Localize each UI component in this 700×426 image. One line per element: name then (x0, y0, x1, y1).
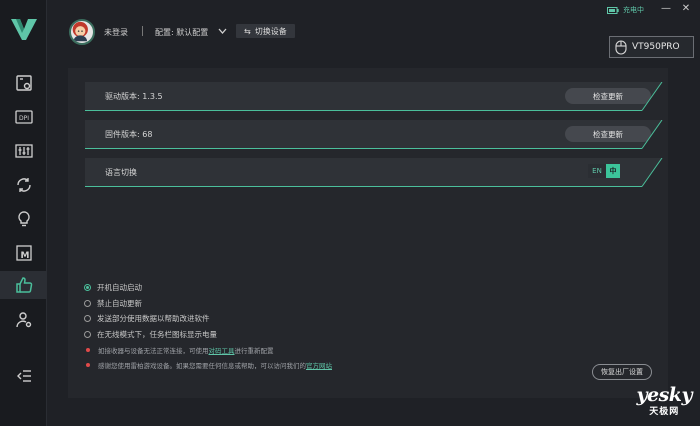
pairing-tool-link[interactable]: 对码工具 (209, 347, 235, 355)
bullet-dot-icon (86, 347, 90, 352)
dpi-icon: DPI (15, 110, 33, 124)
option-label: 开机自动启动 (97, 283, 142, 293)
option-auto-start[interactable]: 开机自动启动 (84, 280, 332, 296)
switch-device-label: 切换设备 (254, 26, 287, 36)
option-taskbar-battery[interactable]: 在无线模式下，任务栏图标显示电量 (84, 327, 332, 343)
sidebar-item-user[interactable] (9, 306, 39, 334)
close-button[interactable]: ✕ (680, 3, 692, 14)
support-note: 感谢您使用雷柏游戏设备。如果您需要任何信息或帮助，可以访问我们的官方网站 (84, 358, 332, 374)
option-label: 在无线模式下，任务栏图标显示电量 (97, 329, 217, 339)
factory-reset-button[interactable]: 恢复出厂设置 (592, 364, 652, 380)
sidebar-item-dpi[interactable]: DPI (9, 103, 39, 131)
charging-label: 充电中 (623, 6, 644, 14)
logo-v-icon (11, 19, 37, 40)
sidebar: DPI M (0, 0, 47, 426)
radio-selected-icon[interactable] (84, 284, 91, 292)
row-accent-line (641, 82, 663, 111)
bullet-dot-icon (86, 363, 90, 368)
switch-device-button[interactable]: ⇆ 切换设备 (236, 24, 295, 38)
options-list: 开机自动启动 禁止自动更新 发送部分使用数据以帮助改进软件 在无线模式下，任务栏… (84, 280, 332, 373)
check-firmware-update-button[interactable]: 检查更新 (565, 126, 651, 142)
note-text: 如接收器与设备无法正常连接，可使用 (98, 346, 209, 355)
language-en-option[interactable]: EN (588, 164, 606, 178)
collapse-sidebar-button[interactable] (9, 362, 39, 390)
option-label: 禁止自动更新 (97, 298, 142, 308)
svg-text:M: M (21, 251, 30, 261)
device-badge[interactable]: VT950PRO (609, 36, 694, 58)
charging-status: 充电中 (607, 5, 644, 15)
row-underline (85, 186, 642, 187)
sidebar-item-lighting[interactable] (9, 205, 39, 233)
option-label: 发送部分使用数据以帮助改进软件 (97, 314, 210, 324)
sidebar-item-mouse-settings[interactable] (9, 69, 39, 97)
config-selector[interactable]: 配置: 默认配置 (155, 27, 208, 38)
divider (142, 26, 143, 36)
watermark-text: yesky (636, 384, 692, 406)
collapse-menu-icon (17, 370, 31, 382)
sidebar-item-settings[interactable] (0, 271, 47, 299)
option-send-usage-data[interactable]: 发送部分使用数据以帮助改进软件 (84, 311, 332, 327)
sync-icon (17, 178, 31, 192)
equalizer-icon (15, 144, 33, 158)
mouse-settings-icon (16, 75, 32, 91)
lightbulb-icon (18, 211, 30, 227)
minimize-button[interactable]: — (660, 3, 672, 14)
macro-icon: M (16, 245, 32, 261)
language-row: 语言切换 EN 中 (68, 158, 668, 190)
avatar[interactable] (69, 19, 95, 45)
language-toggle[interactable]: EN 中 (588, 164, 620, 178)
sidebar-item-equalizer[interactable] (9, 137, 39, 165)
top-bar: 未登录 配置: 默认配置 ⇆ 切换设备 充电中 — ✕ VT950PRO (48, 0, 700, 60)
device-name: VT950PRO (632, 42, 680, 52)
battery-icon (607, 6, 619, 14)
row-underline (85, 148, 642, 149)
firmware-version-row: 固件版本: 68 检查更新 (68, 120, 668, 152)
option-disable-auto-update[interactable]: 禁止自动更新 (84, 296, 332, 312)
thumbs-up-icon (15, 277, 32, 293)
radio-icon[interactable] (84, 315, 91, 323)
language-zh-option[interactable]: 中 (606, 164, 620, 178)
svg-text:DPI: DPI (19, 115, 29, 122)
settings-panel: 驱动版本: 1.3.5 检查更新 固件版本: 68 检查更新 语言切换 EN 中 (68, 68, 668, 398)
login-status[interactable]: 未登录 (104, 27, 128, 38)
avatar-icon (72, 21, 88, 42)
radio-icon[interactable] (84, 330, 91, 338)
language-label: 语言切换 (105, 167, 137, 177)
driver-version-row: 驱动版本: 1.3.5 检查更新 (68, 82, 668, 114)
chevron-down-icon[interactable] (218, 27, 227, 35)
note-text: 进行重新配置 (234, 346, 274, 355)
user-settings-icon (16, 312, 32, 328)
row-underline (85, 110, 642, 111)
sidebar-item-macro[interactable]: M (9, 239, 39, 267)
sidebar-item-sync[interactable] (9, 171, 39, 199)
firmware-version-label: 固件版本: 68 (105, 129, 153, 139)
driver-version-label: 驱动版本: 1.3.5 (105, 91, 163, 101)
row-accent-line (641, 158, 663, 187)
official-website-link[interactable]: 官方网站 (306, 362, 332, 370)
swap-arrows-icon: ⇆ (244, 26, 251, 36)
app-window: DPI M 未登录 配置: 默认配置 ⇆ 切换设备 充电中 — ✕ VT950P… (0, 0, 700, 426)
row-accent-line (641, 120, 663, 149)
check-driver-update-button[interactable]: 检查更新 (565, 88, 651, 104)
mouse-icon (615, 39, 627, 55)
watermark-logo: yesky 天极网 (636, 384, 692, 418)
pairing-note: 如接收器与设备无法正常连接，可使用对码工具进行重新配置 (84, 342, 332, 358)
radio-icon[interactable] (84, 299, 91, 307)
note-text: 感谢您使用雷柏游戏设备。如果您需要任何信息或帮助，可以访问我们的 (98, 362, 306, 371)
